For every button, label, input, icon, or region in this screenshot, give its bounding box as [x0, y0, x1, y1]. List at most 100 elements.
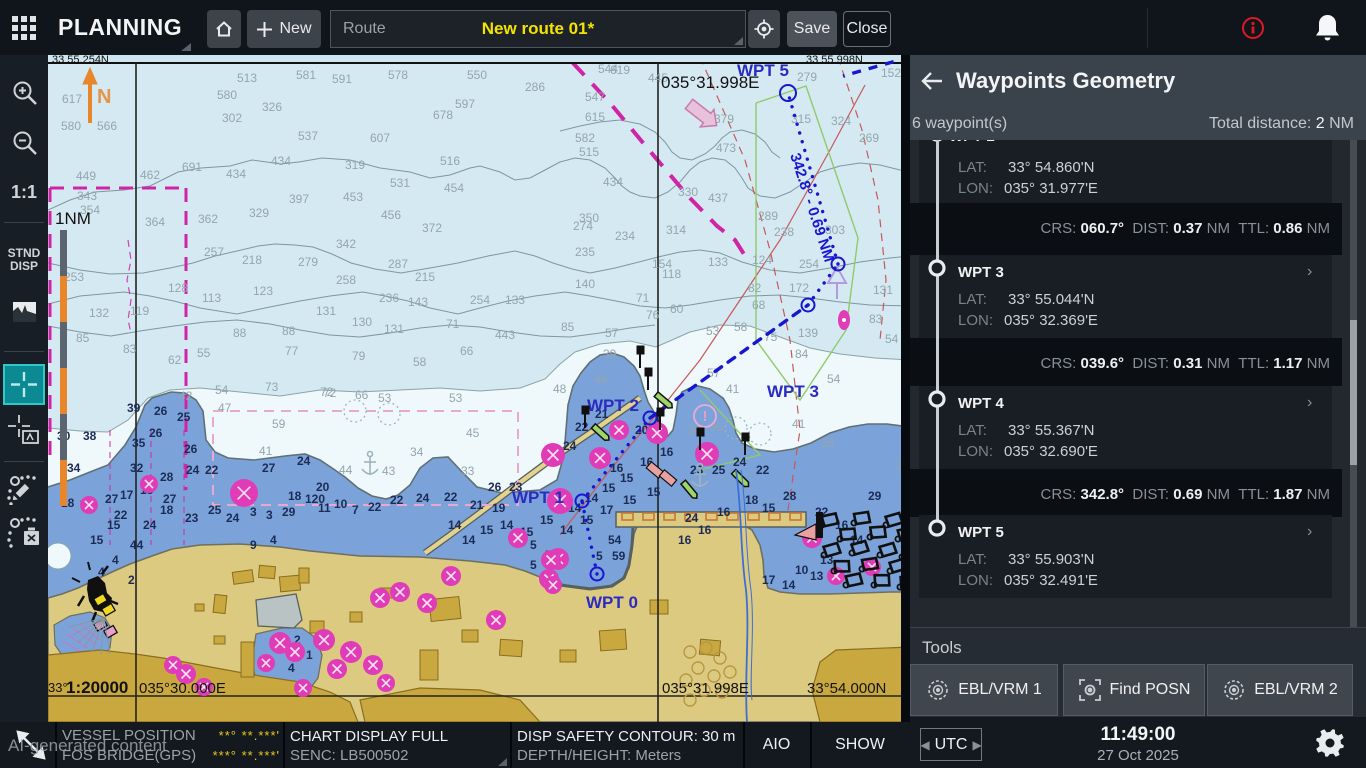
svg-text:22: 22 [756, 463, 770, 477]
svg-text:326: 326 [262, 100, 282, 114]
svg-text:79: 79 [352, 349, 366, 363]
svg-text:437: 437 [708, 191, 728, 205]
svg-text:550: 550 [467, 68, 487, 82]
svg-text:24: 24 [297, 454, 311, 468]
svg-text:68: 68 [752, 298, 766, 312]
svg-text:33°54.000N: 33°54.000N [807, 680, 886, 697]
svg-text:15: 15 [107, 518, 121, 532]
svg-text:24: 24 [186, 463, 200, 477]
svg-text:15: 15 [90, 533, 104, 547]
svg-text:544: 544 [598, 62, 618, 76]
svg-text:236: 236 [379, 291, 399, 305]
svg-text:123: 123 [253, 284, 273, 298]
svg-text:33: 33 [461, 464, 475, 478]
svg-text:16: 16 [660, 445, 674, 459]
svg-text:258: 258 [336, 273, 356, 287]
svg-text:24: 24 [563, 439, 577, 453]
svg-text:44: 44 [130, 538, 144, 552]
svg-text:1NM: 1NM [55, 209, 91, 228]
svg-text:47: 47 [218, 401, 232, 415]
svg-text:132: 132 [89, 306, 109, 320]
svg-text:10: 10 [795, 563, 809, 577]
svg-text:324: 324 [831, 114, 851, 128]
svg-text:16: 16 [678, 533, 692, 547]
svg-text:253: 253 [64, 270, 84, 284]
svg-text:473: 473 [716, 141, 736, 155]
svg-text:5: 5 [530, 558, 537, 572]
svg-text:234: 234 [615, 229, 635, 243]
svg-text:238: 238 [774, 225, 794, 239]
svg-text:26: 26 [184, 442, 198, 456]
svg-text:17: 17 [600, 503, 614, 517]
svg-text:597: 597 [455, 97, 475, 111]
svg-text:152: 152 [881, 66, 901, 80]
svg-text:515: 515 [579, 145, 599, 159]
svg-text:035°31.998E: 035°31.998E [661, 73, 760, 92]
svg-text:85: 85 [561, 320, 575, 334]
svg-text:15: 15 [762, 501, 776, 515]
svg-text:54: 54 [215, 383, 229, 397]
svg-text:131: 131 [384, 322, 404, 336]
svg-text:302: 302 [222, 111, 242, 125]
svg-text:329: 329 [249, 206, 269, 220]
svg-text:39: 39 [127, 401, 141, 415]
svg-text:343: 343 [77, 189, 97, 203]
svg-text:143: 143 [408, 295, 428, 309]
svg-text:24: 24 [733, 455, 747, 469]
svg-text:330: 330 [678, 185, 698, 199]
svg-text:18: 18 [160, 503, 174, 517]
svg-text:88: 88 [233, 326, 247, 340]
svg-text:397: 397 [289, 192, 309, 206]
svg-text:54: 54 [608, 533, 622, 547]
svg-text:84: 84 [795, 347, 809, 361]
svg-text:!: ! [703, 408, 708, 425]
svg-text:537: 537 [298, 129, 318, 143]
svg-text:547: 547 [585, 90, 605, 104]
svg-text:22: 22 [444, 490, 458, 504]
svg-text:28: 28 [783, 489, 797, 503]
svg-text:3: 3 [266, 508, 273, 522]
svg-text:19: 19 [492, 501, 506, 515]
svg-text:WPT 3: WPT 3 [767, 382, 819, 401]
svg-text:35: 35 [132, 436, 146, 450]
svg-text:18: 18 [745, 493, 759, 507]
svg-text:172: 172 [789, 281, 809, 295]
svg-text:513: 513 [237, 71, 257, 85]
svg-text:59: 59 [272, 417, 286, 431]
svg-text:5: 5 [530, 538, 537, 552]
svg-text:462: 462 [140, 168, 160, 182]
svg-text:48: 48 [553, 382, 567, 396]
svg-text:22: 22 [575, 420, 589, 434]
svg-text:11: 11 [318, 501, 331, 515]
svg-text:35: 35 [710, 420, 724, 434]
svg-text:14: 14 [462, 533, 476, 547]
svg-text:1:20000: 1:20000 [66, 678, 128, 697]
svg-text:2: 2 [128, 573, 135, 587]
svg-text:57: 57 [605, 326, 619, 340]
svg-text:113: 113 [202, 291, 221, 305]
svg-text:131: 131 [873, 283, 893, 297]
svg-text:34: 34 [410, 445, 424, 459]
svg-text:269: 269 [859, 131, 879, 145]
svg-text:454: 454 [444, 181, 464, 195]
svg-text:82: 82 [748, 281, 762, 295]
svg-text:77: 77 [285, 344, 299, 358]
svg-text:13: 13 [810, 569, 824, 583]
svg-text:33°: 33° [48, 680, 68, 695]
svg-text:274: 274 [573, 219, 593, 233]
svg-text:54: 54 [885, 332, 899, 346]
svg-text:WPT 1: WPT 1 [512, 488, 564, 507]
svg-text:456: 456 [381, 208, 401, 222]
svg-text:45: 45 [466, 426, 480, 440]
svg-text:25: 25 [177, 410, 191, 424]
svg-text:578: 578 [388, 68, 408, 82]
svg-text:24: 24 [143, 518, 157, 532]
svg-text:60: 60 [670, 302, 684, 316]
svg-text:119: 119 [130, 304, 149, 318]
svg-text:17: 17 [762, 573, 776, 587]
svg-text:215: 215 [415, 270, 435, 284]
svg-text:54: 54 [827, 372, 841, 386]
svg-text:36: 36 [821, 436, 835, 450]
svg-text:218: 218 [242, 253, 262, 267]
svg-text:29: 29 [896, 458, 901, 472]
